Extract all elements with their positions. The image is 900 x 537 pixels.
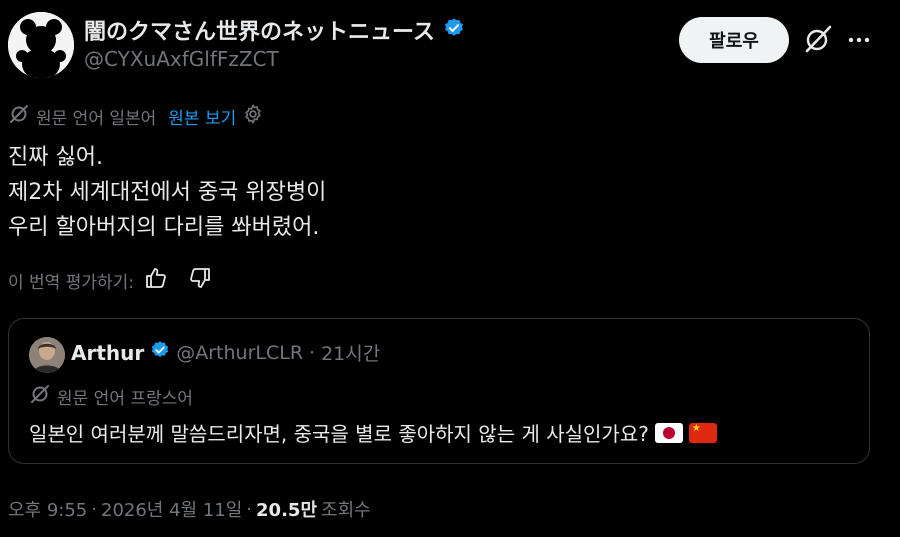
thumbs-down-icon[interactable] bbox=[188, 266, 212, 295]
gear-icon[interactable] bbox=[242, 103, 264, 130]
tweet-date[interactable]: 2026년 4월 11일 bbox=[101, 496, 242, 522]
quote-header: Arthur @ArthurLCLR · 21시간 bbox=[71, 339, 380, 366]
quote-text: 일본인 여러분께 말씀드리자면, 중국을 별로 좋아하지 않는 게 사실인가요? bbox=[29, 422, 649, 446]
more-icon[interactable] bbox=[846, 27, 872, 53]
views-label: 조회수 bbox=[321, 500, 371, 521]
quote-translation-source-label: 원문 언어 프랑스어 bbox=[57, 389, 193, 409]
verified-badge-icon bbox=[443, 17, 465, 43]
quote-author-handle[interactable]: @ArthurLCLR bbox=[176, 342, 303, 364]
author-avatar[interactable] bbox=[8, 12, 74, 78]
translation-source-label: 원문 언어 일본어 bbox=[36, 109, 157, 129]
tweet-footer: 오후 9:55 · 2026년 4월 11일 · 20.5만 조회수 bbox=[8, 496, 371, 522]
quote-author-name[interactable]: Arthur bbox=[71, 341, 144, 365]
author-handle[interactable]: @CYXuAxfGlfFzZCT bbox=[84, 47, 279, 71]
china-flag-icon: ★ bbox=[688, 422, 717, 443]
follow-button[interactable]: 팔로우 bbox=[679, 17, 789, 63]
rate-translation-row: 이 번역 평가하기: bbox=[8, 266, 212, 295]
quoted-tweet-card[interactable]: Arthur @ArthurLCLR · 21시간 원문 언어 프랑스어 일본인… bbox=[8, 318, 870, 464]
grok-icon[interactable] bbox=[801, 22, 835, 56]
footer-separator: · bbox=[246, 498, 253, 520]
translation-row: 원문 언어 일본어 원본 보기 bbox=[8, 103, 264, 130]
quote-translation-row: 원문 언어 프랑스어 bbox=[29, 383, 193, 410]
footer-separator: · bbox=[91, 498, 97, 520]
show-original-link[interactable]: 원본 보기 bbox=[168, 104, 236, 129]
rate-translation-label: 이 번역 평가하기: bbox=[8, 273, 135, 293]
tweet-time[interactable]: 오후 9:55 bbox=[8, 496, 87, 522]
translate-icon bbox=[29, 383, 51, 410]
views-count: 20.5만 bbox=[256, 500, 318, 521]
quote-author-avatar[interactable] bbox=[29, 337, 65, 373]
quote-separator: · bbox=[309, 341, 316, 364]
quote-text-row: 일본인 여러분께 말씀드리자면, 중국을 별로 좋아하지 않는 게 사실인가요?… bbox=[29, 418, 717, 447]
tweet-text: 진짜 싫어. 제2차 세계대전에서 중국 위장병이 우리 할아버지의 다리를 쏴… bbox=[8, 145, 327, 240]
quote-time[interactable]: 21시간 bbox=[321, 339, 380, 366]
verified-badge-icon bbox=[150, 340, 170, 365]
japan-flag-icon bbox=[654, 422, 683, 443]
thumbs-up-icon[interactable] bbox=[144, 266, 168, 295]
author-name-row: 闇のクマさん世界のネットニュース bbox=[84, 14, 465, 46]
author-display-name[interactable]: 闇のクマさん世界のネットニュース bbox=[84, 14, 435, 46]
translate-icon bbox=[8, 103, 30, 130]
